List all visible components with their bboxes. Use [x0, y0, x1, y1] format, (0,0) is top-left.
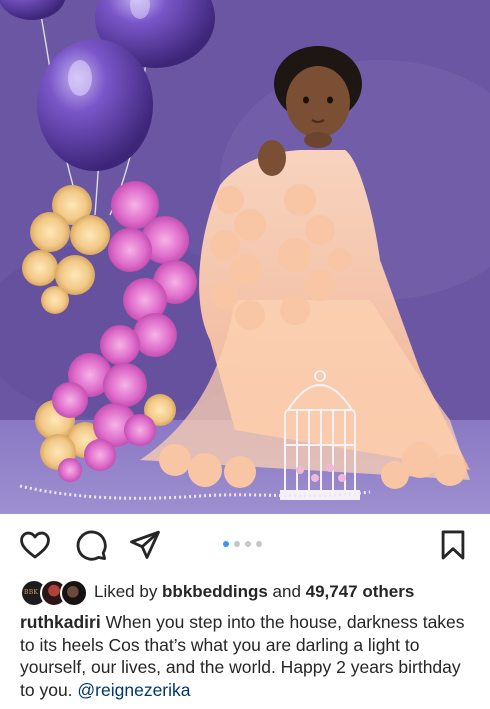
birthday-photo-illustration	[0, 0, 490, 514]
likes-prefix: Liked by	[94, 582, 163, 601]
carousel-dot	[245, 541, 251, 547]
carousel-dot-active	[223, 541, 229, 547]
avatar	[60, 579, 88, 607]
speech-bubble-icon[interactable]	[74, 528, 108, 562]
likes-summary: Liked by bbkbeddings and 49,747 others	[94, 582, 414, 602]
caption-username[interactable]: ruthkadiri	[20, 612, 101, 632]
post-photo[interactable]	[0, 0, 490, 514]
likes-connector: and	[267, 582, 306, 601]
bookmark-icon[interactable]	[436, 528, 470, 562]
liker-avatars: BBK	[20, 579, 88, 607]
paper-plane-icon[interactable]	[128, 528, 162, 562]
carousel-dot	[256, 541, 262, 547]
liker-username[interactable]: bbkbeddings	[162, 582, 268, 601]
likes-count[interactable]: 49,747 others	[306, 582, 415, 601]
heart-outline-icon[interactable]	[18, 528, 52, 562]
carousel-indicator	[223, 541, 262, 547]
likes-row[interactable]: BBK Liked by bbkbeddings and 49,747 othe…	[20, 578, 414, 607]
caption-mention[interactable]: @reignezerika	[77, 680, 190, 700]
post-caption: ruthkadiri When you step into the house,…	[20, 611, 472, 701]
carousel-dot	[234, 541, 240, 547]
